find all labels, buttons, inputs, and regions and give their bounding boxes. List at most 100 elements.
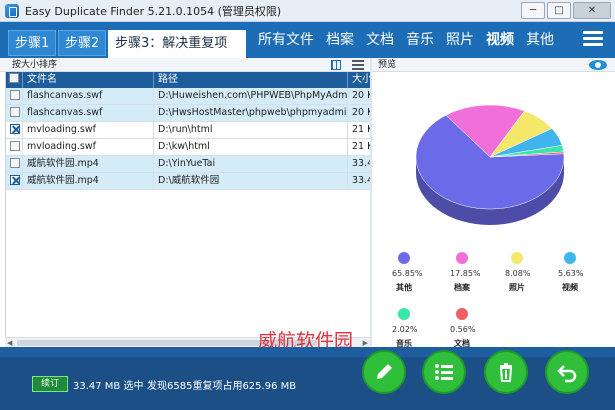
cell-file-name: flashcanvas.swf (23, 88, 154, 104)
found-duplicates-text: 发现6585重复项占用625.96 MB (147, 381, 297, 392)
row-checkbox[interactable] (10, 140, 20, 151)
legend-percent: 8.08% (505, 269, 531, 278)
cell-path: D:\kw\html (154, 139, 348, 155)
pie-chart (415, 104, 565, 225)
pencil-icon (377, 364, 392, 379)
category-tab-photos[interactable]: 照片 (446, 28, 474, 52)
cell-path: D:\HwsHostMaster\phpweb\phpmyadmin\we... (154, 105, 348, 121)
cell-size: 21 KB (348, 139, 370, 155)
duplicates-table: 文件名 路径 大小 flashcanvas.swf D:\Huweishen.co… (5, 72, 370, 337)
legend-label: 照片 (509, 283, 525, 292)
select-list-button[interactable] (422, 350, 466, 394)
cell-path: D:\Huweishen.com\PHPWEB\PhpMyAdmin\ (154, 88, 348, 104)
table-row[interactable]: flashcanvas.swf D:\Huweishen.com\PHPWEB\P… (6, 88, 370, 105)
cell-size: 33.43 (348, 173, 370, 189)
grid-view-icon[interactable] (331, 60, 341, 70)
window-title: Easy Duplicate Finder 5.21.0.1054 (管理员权限… (25, 4, 282, 18)
row-checkbox-cell[interactable] (6, 122, 23, 138)
cell-path: D:\run\html (154, 122, 348, 138)
cell-size: 33.43 (348, 156, 370, 172)
legend-swatch (398, 252, 410, 264)
list-icon (435, 364, 453, 380)
row-checkbox[interactable] (10, 157, 20, 168)
category-tabs: 所有文件 档案 文档 音乐 照片 视频 其他 (258, 28, 554, 52)
tab-step-2[interactable]: 步骤2 (58, 30, 107, 56)
cell-file-name: 威航软件园.mp4 (23, 173, 154, 189)
legend-label: 档案 (454, 283, 470, 292)
row-checkbox-cell[interactable] (6, 173, 23, 189)
minimize-button[interactable]: ─ (521, 2, 545, 19)
preview-chart-area: 65.85% 其他 17.85% 档案 8.08% 照片 5.63% 视频 2.02% 音乐 0.5… (372, 72, 615, 348)
row-checkbox[interactable] (10, 106, 20, 117)
hamburger-menu-icon[interactable] (583, 31, 603, 47)
category-tab-archive[interactable]: 档案 (326, 28, 354, 52)
maximize-button[interactable]: □ (547, 2, 571, 19)
cell-size: 21 KB (348, 122, 370, 138)
preview-label: 预览 (378, 60, 397, 70)
category-tab-all[interactable]: 所有文件 (258, 28, 314, 52)
legend-label: 视频 (562, 283, 578, 292)
cell-file-name: flashcanvas.swf (23, 105, 154, 121)
undo-icon (557, 365, 577, 383)
legend-swatch (398, 308, 410, 320)
category-tab-documents[interactable]: 文档 (366, 28, 394, 52)
legend-percent: 17.85% (450, 269, 481, 278)
header-bar: 步骤1 步骤2 步骤3：解决重复项 所有文件 档案 文档 音乐 照片 视频 其他 (0, 22, 615, 58)
select-all-cell[interactable] (6, 72, 23, 88)
scroll-right-icon[interactable]: ▶ (363, 339, 368, 347)
results-toolbar: 按大小排序 (0, 58, 370, 72)
cell-file-name: mvloading.swf (23, 122, 154, 138)
column-header-path[interactable]: 路径 (154, 72, 348, 88)
legend-label: 其他 (396, 283, 412, 292)
table-row[interactable]: flashcanvas.swf D:\HwsHostMaster\phpweb\p… (6, 105, 370, 122)
table-row[interactable]: 威航软件园.mp4D:\YinYueTai33.43 (6, 156, 370, 173)
column-header-name[interactable]: 文件名 (23, 72, 154, 88)
legend-swatch (456, 252, 468, 264)
list-view-icon[interactable] (352, 60, 364, 70)
column-header-size[interactable]: 大小 (348, 72, 370, 88)
cell-size: 20 KB (348, 88, 370, 104)
delete-button[interactable] (484, 350, 528, 394)
eye-icon[interactable] (589, 60, 607, 70)
window-titlebar: Easy Duplicate Finder 5.21.0.1054 (管理员权限… (0, 0, 615, 22)
cell-path: D:\YinYueTai (154, 156, 348, 172)
table-body: flashcanvas.swf D:\Huweishen.com\PHPWEB\P… (6, 88, 370, 190)
row-checkbox[interactable] (10, 174, 20, 185)
tab-step-3[interactable]: 步骤3：解决重复项 (108, 30, 246, 58)
row-checkbox[interactable] (10, 123, 20, 134)
table-header: 文件名 路径 大小 (6, 72, 370, 88)
edit-button[interactable] (362, 350, 406, 394)
close-button[interactable]: ✕ (573, 2, 611, 19)
selected-size-text: 33.47 MB 选中 (73, 381, 144, 392)
sort-label[interactable]: 按大小排序 (12, 58, 57, 72)
legend-percent: 0.56% (450, 325, 476, 334)
legend-percent: 5.63% (558, 269, 584, 278)
trash-icon (499, 363, 513, 382)
cell-file-name: mvloading.swf (23, 139, 154, 155)
legend-percent: 65.85% (392, 269, 423, 278)
cell-size: 20 KB (348, 105, 370, 121)
renew-button[interactable]: 续订 (32, 376, 68, 392)
app-logo-icon (5, 3, 19, 18)
legend-percent: 2.02% (392, 325, 418, 334)
preview-header: 预览 (372, 58, 615, 72)
table-row[interactable]: mvloading.swfD:\kw\html21 KB (6, 139, 370, 156)
category-tab-other[interactable]: 其他 (526, 28, 554, 52)
undo-button[interactable] (545, 350, 589, 394)
row-checkbox-cell[interactable] (6, 88, 23, 104)
table-row[interactable]: 威航软件园.mp4D:\威航软件园33.43 (6, 173, 370, 190)
select-all-checkbox[interactable] (9, 73, 19, 83)
window-controls: ─ □ ✕ (521, 2, 611, 19)
row-checkbox[interactable] (10, 89, 20, 100)
row-checkbox-cell[interactable] (6, 156, 23, 172)
row-checkbox-cell[interactable] (6, 139, 23, 155)
tab-step-1[interactable]: 步骤1 (8, 30, 57, 56)
legend-swatch (564, 252, 576, 264)
cell-path: D:\威航软件园 (154, 173, 348, 189)
category-tab-music[interactable]: 音乐 (406, 28, 434, 52)
category-tab-video[interactable]: 视频 (486, 28, 514, 52)
scroll-left-icon[interactable]: ◀ (7, 339, 12, 347)
table-row[interactable]: mvloading.swfD:\run\html21 KB (6, 122, 370, 139)
legend-swatch (511, 252, 523, 264)
row-checkbox-cell[interactable] (6, 105, 23, 121)
